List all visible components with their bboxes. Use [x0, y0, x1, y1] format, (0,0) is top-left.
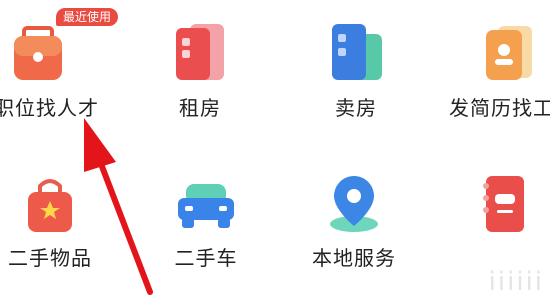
grid-item-post-resume[interactable]: 发简历找工作 [448, 0, 550, 120]
building-red-icon [160, 14, 240, 94]
notebook-car-icon [464, 166, 544, 246]
grid-item-label: 二手物品 [8, 246, 92, 270]
grid-item-secondhand-car[interactable]: 二手车 [146, 160, 266, 280]
map-pin-icon [314, 166, 394, 246]
grid-item-car-service[interactable] [444, 160, 550, 280]
watermark: iiiiii [488, 267, 544, 297]
car-icon [166, 166, 246, 246]
recent-badge: 最近使用 [56, 8, 119, 26]
grid-item-local-service[interactable]: 本地服务 [294, 160, 414, 280]
grid-item-label: 本地服务 [312, 246, 396, 270]
resume-card-icon [468, 14, 548, 94]
grid-item-rent[interactable]: 租房 [140, 0, 260, 120]
grid-item-label: 发简历找工作 [449, 96, 550, 120]
grid-item-label: 二手车 [174, 246, 238, 270]
building-blue-icon [316, 14, 396, 94]
grid-item-label: 租房 [179, 96, 221, 120]
grid-item-sell-house[interactable]: 卖房 [296, 0, 416, 120]
shopping-bag-icon [10, 166, 90, 246]
briefcase-icon [0, 16, 78, 96]
grid-item-secondhand-goods[interactable]: 二手物品 [0, 160, 110, 280]
grid-item-label: 卖房 [335, 96, 377, 120]
grid-item-label: 发职位找人才 [0, 96, 99, 120]
